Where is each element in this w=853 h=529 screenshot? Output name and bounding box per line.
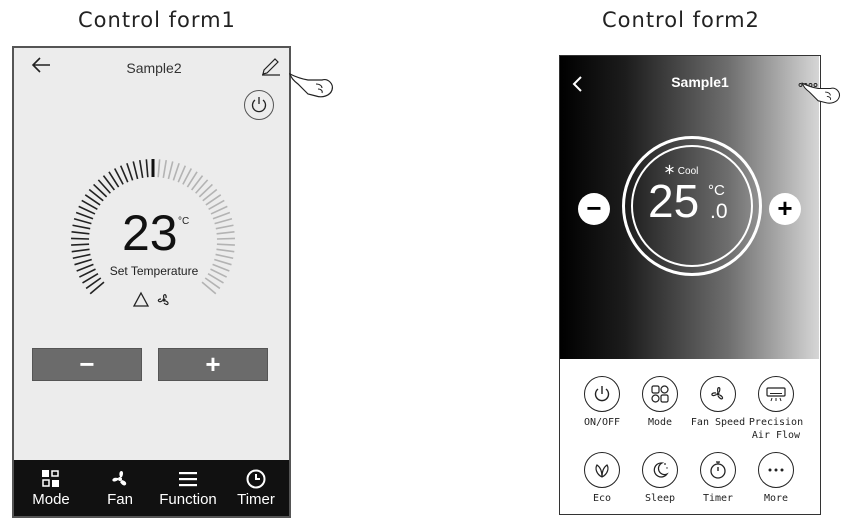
dial-tick <box>216 231 235 235</box>
dial-tick <box>216 243 235 246</box>
more-label: More <box>763 493 789 504</box>
dial-tick <box>216 248 235 253</box>
power-icon <box>251 97 267 113</box>
dial-tick <box>214 258 232 266</box>
dial-tick <box>157 159 161 178</box>
dial-tick <box>138 159 144 178</box>
temperature-unit: °C <box>708 182 725 199</box>
device-title: Sample2 <box>126 60 182 76</box>
dial-tick <box>75 211 94 220</box>
precision-air-flow-circle <box>758 376 794 412</box>
temperature-panel: Sample1 Cool 25 °C .0 − + <box>560 56 819 359</box>
dial-tick <box>126 163 134 181</box>
dial-tick <box>215 253 234 260</box>
recycle-icon <box>132 291 150 307</box>
back-arrow-icon[interactable] <box>30 55 52 75</box>
nav-function[interactable]: Function <box>154 462 222 508</box>
sleep-circle <box>642 452 678 488</box>
dial-tick <box>172 163 180 181</box>
dial-tick <box>212 263 230 272</box>
control-form1-screen: Sample2 23 °C Set Temperature − + Mode F… <box>12 46 291 518</box>
dial-tick <box>212 211 231 220</box>
dial-tick <box>71 237 90 240</box>
increase-temperature-button[interactable]: + <box>158 348 268 381</box>
dial-tick <box>71 243 90 246</box>
on-off-circle <box>584 376 620 412</box>
power-button[interactable] <box>244 90 274 120</box>
control-form2-screen: Sample1 Cool 25 °C .0 − + ON/OFF Mode Fa… <box>559 55 821 515</box>
increase-temperature-button[interactable]: + <box>769 193 801 225</box>
edit-pencil-icon[interactable] <box>260 54 282 76</box>
dial-tick <box>214 218 233 225</box>
set-temperature-label: Set Temperature <box>109 264 199 278</box>
decrease-temperature-button[interactable]: − <box>32 348 142 381</box>
pointing-hand-icon <box>289 72 333 98</box>
clock-icon <box>246 469 266 489</box>
nav-mode-label: Mode <box>32 491 70 508</box>
pointing-hand-icon <box>801 82 840 104</box>
dial-tick <box>177 165 187 183</box>
fan-speed-circle <box>700 376 736 412</box>
temperature-unit: °C <box>178 216 190 227</box>
dial-tick <box>74 258 92 266</box>
fan-small-icon <box>157 294 169 306</box>
fan-icon <box>112 471 127 486</box>
fan-icon <box>711 387 724 400</box>
dial-tick <box>76 263 94 272</box>
dial-tick <box>119 165 129 183</box>
menu-lines-icon <box>179 472 197 487</box>
temperature-value: 25 <box>648 175 700 227</box>
decrease-temperature-button[interactable]: − <box>578 193 610 225</box>
temperature-value: 23 <box>122 205 178 261</box>
dial-tick <box>162 159 168 178</box>
timer-circle <box>700 452 736 488</box>
device-title: Sample1 <box>671 74 729 90</box>
bottom-nav-bar: Mode Fan Function Timer <box>14 460 289 516</box>
caption-control-form2: Control form2 <box>602 8 760 32</box>
more-icon <box>768 468 784 472</box>
temperature-decimal: .0 <box>710 200 728 223</box>
mode-status-icons <box>132 291 169 307</box>
eco-circle <box>584 452 620 488</box>
more-button[interactable]: More <box>739 452 813 505</box>
dial-tick <box>71 248 90 253</box>
snowflake-icon <box>665 164 674 175</box>
dial-tick <box>132 161 139 180</box>
dial-tick <box>71 231 90 235</box>
leaf-icon <box>595 464 609 478</box>
mode-grid-icon <box>42 470 59 487</box>
timer-icon <box>710 461 726 479</box>
ac-unit-icon <box>766 387 786 402</box>
nav-fan-label: Fan <box>107 491 133 508</box>
dial-tick <box>145 159 149 178</box>
power-icon <box>594 386 610 402</box>
mode-icon <box>651 385 669 403</box>
mode-circle <box>642 376 678 412</box>
moon-icon <box>653 462 669 478</box>
nav-fan[interactable]: Fan <box>86 462 154 508</box>
dial-tick <box>73 218 92 225</box>
nav-mode[interactable]: Mode <box>17 462 85 508</box>
dial-tick <box>72 224 91 230</box>
caption-control-form1: Control form1 <box>78 8 236 32</box>
nav-timer[interactable]: Timer <box>222 462 290 508</box>
dial-tick <box>215 224 234 230</box>
nav-function-label: Function <box>159 491 217 508</box>
dial-tick <box>167 161 174 180</box>
dial-tick <box>216 237 235 240</box>
more-circle <box>758 452 794 488</box>
dial-tick <box>72 253 91 260</box>
back-chevron-icon[interactable] <box>570 74 584 94</box>
nav-timer-label: Timer <box>237 491 275 508</box>
precision-air-flow-button[interactable]: Precision Air Flow <box>739 376 813 442</box>
precision-air-flow-label: Precision Air Flow <box>748 417 804 441</box>
